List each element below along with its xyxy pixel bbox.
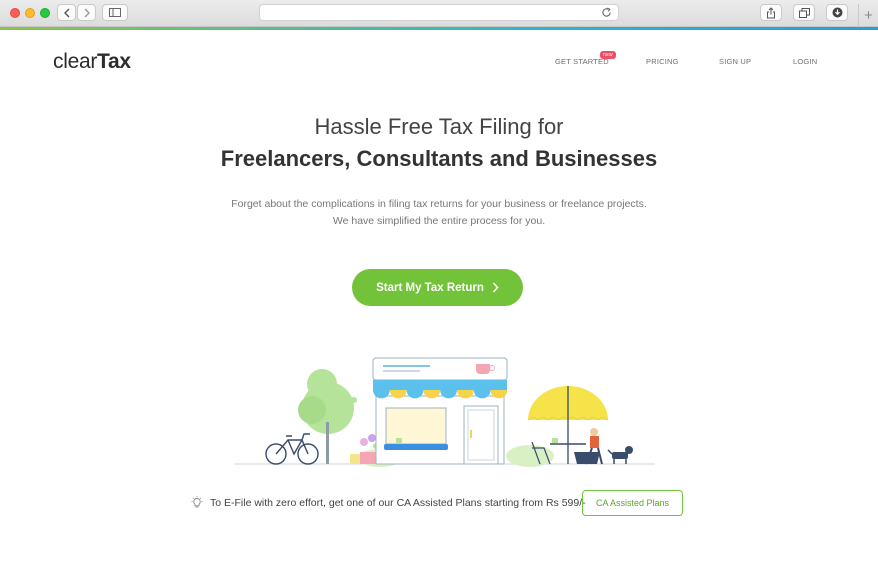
zoom-window-icon[interactable]: [40, 8, 50, 18]
bicycle-icon: [265, 433, 319, 465]
browser-toolbar: +: [0, 0, 878, 27]
ca-plans-tip: To E-File with zero effort, get one of o…: [190, 490, 586, 516]
share-button[interactable]: [760, 4, 782, 21]
storefront-illustration: [235, 357, 655, 467]
reload-icon[interactable]: [601, 7, 612, 18]
start-tax-return-button[interactable]: Start My Tax Return: [352, 269, 523, 306]
sidebar-icon: [109, 8, 121, 17]
hero-subtitle-line1: Forget about the complications in filing…: [231, 198, 647, 210]
person-icon: [574, 428, 603, 465]
nav-login[interactable]: LOGIN: [793, 57, 817, 66]
download-icon: [832, 7, 842, 18]
nav-pricing[interactable]: PRICING: [646, 57, 679, 66]
tabs-icon: [798, 7, 810, 18]
lightbulb-icon: [191, 496, 203, 508]
ca-assisted-plans-button[interactable]: CA Assisted Plans: [582, 490, 683, 516]
back-button[interactable]: [57, 4, 76, 21]
tabs-button[interactable]: [793, 4, 815, 21]
new-tab-icon[interactable]: +: [858, 4, 878, 27]
cta-label: Start My Tax Return: [376, 281, 484, 294]
back-icon: [63, 8, 69, 17]
downloads-button[interactable]: [826, 4, 848, 21]
forward-icon: [84, 8, 90, 17]
logo-light-text: clear: [53, 50, 98, 73]
hero-title-line1: Hassle Free Tax Filing for: [314, 114, 564, 139]
dog-icon: [607, 446, 633, 464]
minimize-window-icon[interactable]: [25, 8, 35, 18]
share-icon: [767, 6, 775, 18]
hero-title-line2: Freelancers, Consultants and Businesses: [220, 146, 658, 171]
logo-bold-text: Tax: [97, 50, 131, 73]
flower-pot-icon: [350, 434, 379, 464]
hero-subtitle-line2: We have simplified the entire process fo…: [332, 215, 546, 227]
sidebar-button[interactable]: [102, 4, 128, 21]
address-bar[interactable]: [259, 4, 619, 21]
header-accent-bar: [0, 27, 878, 30]
forward-button[interactable]: [77, 4, 96, 21]
shop-building: [372, 357, 508, 465]
close-window-icon[interactable]: [10, 8, 20, 18]
new-badge: new: [600, 51, 616, 59]
tip-text: To E-File with zero effort, get one of o…: [210, 497, 586, 509]
cleartax-logo[interactable]: clearTax: [53, 50, 131, 74]
chevron-right-icon: [492, 282, 499, 293]
nav-sign-up[interactable]: SIGN UP: [719, 57, 751, 66]
